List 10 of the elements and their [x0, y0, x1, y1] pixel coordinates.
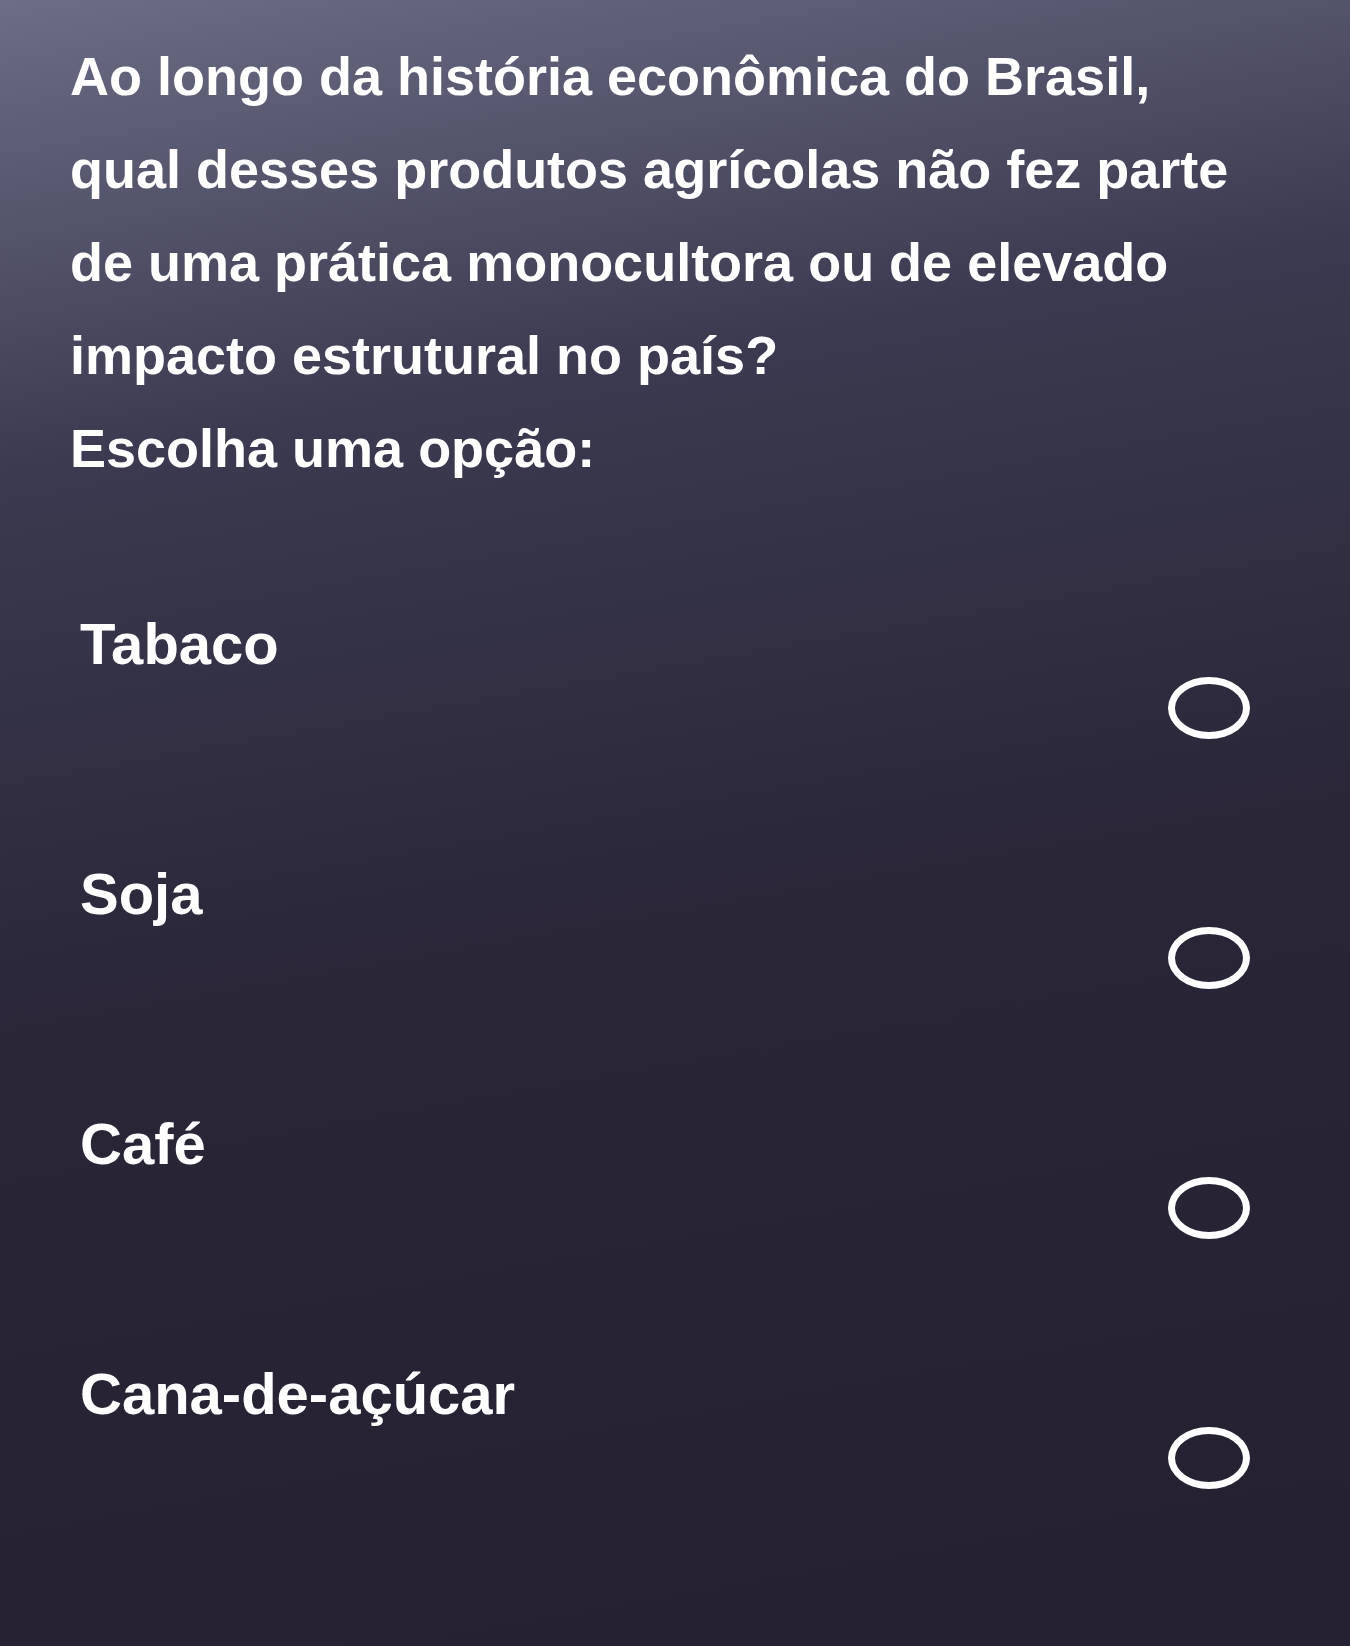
radio-button[interactable]: [1168, 1427, 1250, 1489]
option-label: Tabaco: [79, 610, 280, 677]
question-text: Ao longo da história econômica do Brasil, qual desses produtos agrícolas não fez parte de uma prática monocultora ou de elevado impacto estrutural no país?: [70, 45, 1230, 387]
option-label: Café: [79, 1110, 207, 1177]
prompt-text: Escolha uma opção:: [70, 417, 597, 480]
radio-button[interactable]: [1168, 677, 1250, 739]
option-label: Cana-de-açúcar: [79, 1360, 517, 1427]
radio-button[interactable]: [1168, 1177, 1250, 1239]
radio-button[interactable]: [1168, 927, 1250, 989]
option-label: Soja: [79, 860, 204, 927]
